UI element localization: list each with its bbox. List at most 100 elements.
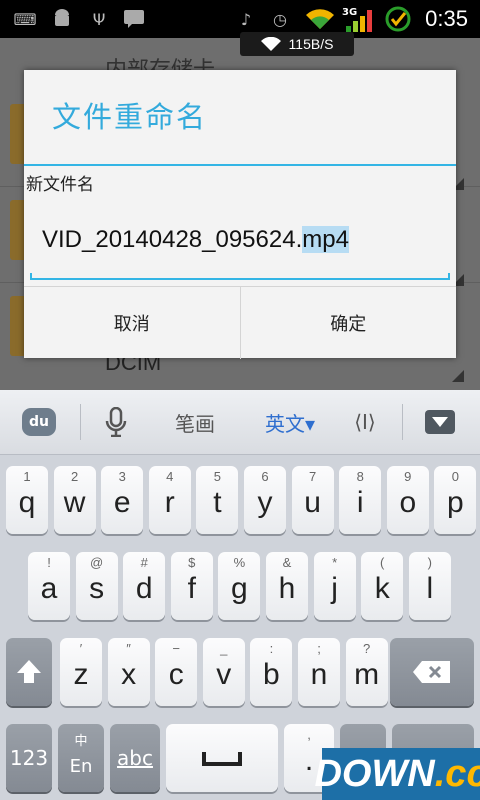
- key-secondary-label: 7: [308, 469, 317, 484]
- watermark-main: DOWN: [314, 752, 435, 795]
- key-i[interactable]: 8i: [339, 466, 382, 534]
- key-secondary-label: ?: [362, 641, 371, 656]
- key-y[interactable]: 6y: [244, 466, 286, 534]
- key-label: u: [304, 486, 321, 519]
- chevron-down-icon: [425, 410, 455, 434]
- key-label: b: [263, 658, 280, 691]
- key-label: h: [278, 572, 296, 605]
- key-g[interactable]: % g: [218, 552, 261, 620]
- key-x[interactable]: ″ x: [107, 638, 150, 706]
- key-label: g: [231, 572, 248, 605]
- key-secondary-label: 1: [23, 469, 31, 484]
- key-secondary-label: 9: [404, 469, 412, 484]
- watermark-suffix: .cc: [434, 752, 480, 795]
- key-secondary-label: 6: [261, 469, 269, 484]
- key-t[interactable]: 5t: [196, 466, 239, 534]
- key-l[interactable]: ) l: [408, 552, 451, 620]
- baidu-logo-button[interactable]: du: [14, 390, 64, 454]
- key-u[interactable]: 7u: [291, 466, 334, 534]
- key-label: w: [63, 486, 86, 519]
- key-secondary-label: %: [233, 555, 246, 570]
- corner-marker-icon: [452, 370, 464, 382]
- battery-check-icon: [384, 6, 412, 32]
- key-secondary-label: ″: [126, 641, 131, 656]
- key-label: n: [310, 658, 328, 691]
- key-k[interactable]: (k: [361, 552, 404, 620]
- key-w[interactable]: 2w: [53, 466, 96, 534]
- key-b[interactable]: :b: [250, 638, 293, 706]
- baidu-logo-icon: du: [22, 408, 56, 436]
- key-label: x: [121, 658, 137, 691]
- key-label: k: [374, 572, 390, 605]
- key-n[interactable]: ; n: [298, 638, 340, 706]
- cursor-control-button[interactable]: ⟨I⟩: [340, 390, 390, 454]
- key-c[interactable]: − c: [155, 638, 198, 706]
- key-s[interactable]: @ s: [75, 552, 118, 620]
- dialog-button-bar: 取消 确定: [24, 286, 456, 359]
- period-key-secondary: ,: [307, 727, 311, 742]
- language-key[interactable]: 中 En: [58, 724, 104, 792]
- wifi-icon: [304, 8, 336, 30]
- key-p[interactable]: 0p: [434, 466, 477, 534]
- language-switch-button[interactable]: 英文▾: [252, 390, 328, 454]
- key-secondary-label: 2: [70, 469, 79, 484]
- key-label: e: [113, 486, 131, 519]
- key-z[interactable]: ′ z: [60, 638, 102, 706]
- key-label: q: [18, 486, 36, 519]
- key-secondary-label: 3: [118, 469, 126, 484]
- key-e[interactable]: 3e: [101, 466, 144, 534]
- key-label: f: [187, 572, 196, 605]
- filename-base: VID_20140428_095624.: [42, 226, 303, 253]
- key-label: y: [257, 486, 273, 519]
- stroke-input-button[interactable]: 笔画: [160, 390, 230, 454]
- toolbar-divider: [80, 404, 81, 440]
- key-r[interactable]: 4r: [148, 466, 191, 534]
- key-label: i: [356, 486, 364, 519]
- message-icon: [122, 8, 146, 30]
- abc-key[interactable]: abc: [110, 724, 160, 792]
- shift-arrow-icon: [17, 660, 41, 683]
- usb-icon: Ψ: [92, 9, 106, 29]
- key-label: r: [164, 486, 175, 519]
- microphone-icon: [105, 407, 127, 437]
- filename-input[interactable]: VID_20140428_095624.mp4: [30, 200, 450, 280]
- key-q[interactable]: 1q: [6, 466, 48, 534]
- numbers-key-label: 123: [9, 746, 49, 770]
- cancel-button[interactable]: 取消: [24, 287, 240, 359]
- hide-keyboard-button[interactable]: [418, 390, 462, 454]
- key-label: j: [331, 572, 338, 605]
- key-secondary-label: ′: [79, 641, 83, 656]
- key-m[interactable]: ? m: [345, 638, 388, 706]
- rename-dialog: 文件重命名 新文件名 VID_20140428_095624.mp4 取消 确定: [24, 70, 456, 359]
- key-o[interactable]: 9o: [386, 466, 429, 534]
- ok-button[interactable]: 确定: [239, 287, 457, 359]
- shift-key[interactable]: [6, 638, 52, 706]
- network-speed-indicator: 115B/S: [240, 32, 354, 56]
- backspace-icon: [413, 661, 450, 683]
- key-d[interactable]: # d: [123, 552, 166, 620]
- voice-input-button[interactable]: [92, 390, 140, 454]
- status-clock: 0:35: [425, 6, 468, 31]
- key-secondary-label: *: [332, 555, 338, 570]
- backspace-key[interactable]: [390, 638, 474, 706]
- key-secondary-label: 8: [356, 469, 364, 484]
- numbers-key[interactable]: 123: [6, 724, 52, 792]
- key-f[interactable]: $ f: [170, 552, 213, 620]
- key-j[interactable]: * j: [313, 552, 356, 620]
- key-v[interactable]: _ v: [202, 638, 245, 706]
- language-key-bottom: En: [69, 756, 93, 777]
- space-key[interactable]: [166, 724, 278, 792]
- network-speed: 115B/S: [288, 36, 334, 52]
- key-secondary-label: _: [220, 641, 228, 656]
- filename-value: VID_20140428_095624.mp4: [42, 226, 349, 254]
- key-label: v: [216, 658, 232, 691]
- key-secondary-label: −: [172, 641, 180, 656]
- wifi-icon: [260, 37, 281, 51]
- watermark-logo: DOWN.cc: [314, 748, 480, 800]
- key-h[interactable]: & h: [266, 552, 308, 620]
- key-label: c: [168, 658, 184, 691]
- key-secondary-label: @: [89, 555, 104, 570]
- key-a[interactable]: ! a: [28, 552, 70, 620]
- key-secondary-label: $: [188, 555, 196, 570]
- new-filename-label: 新文件名: [26, 175, 94, 195]
